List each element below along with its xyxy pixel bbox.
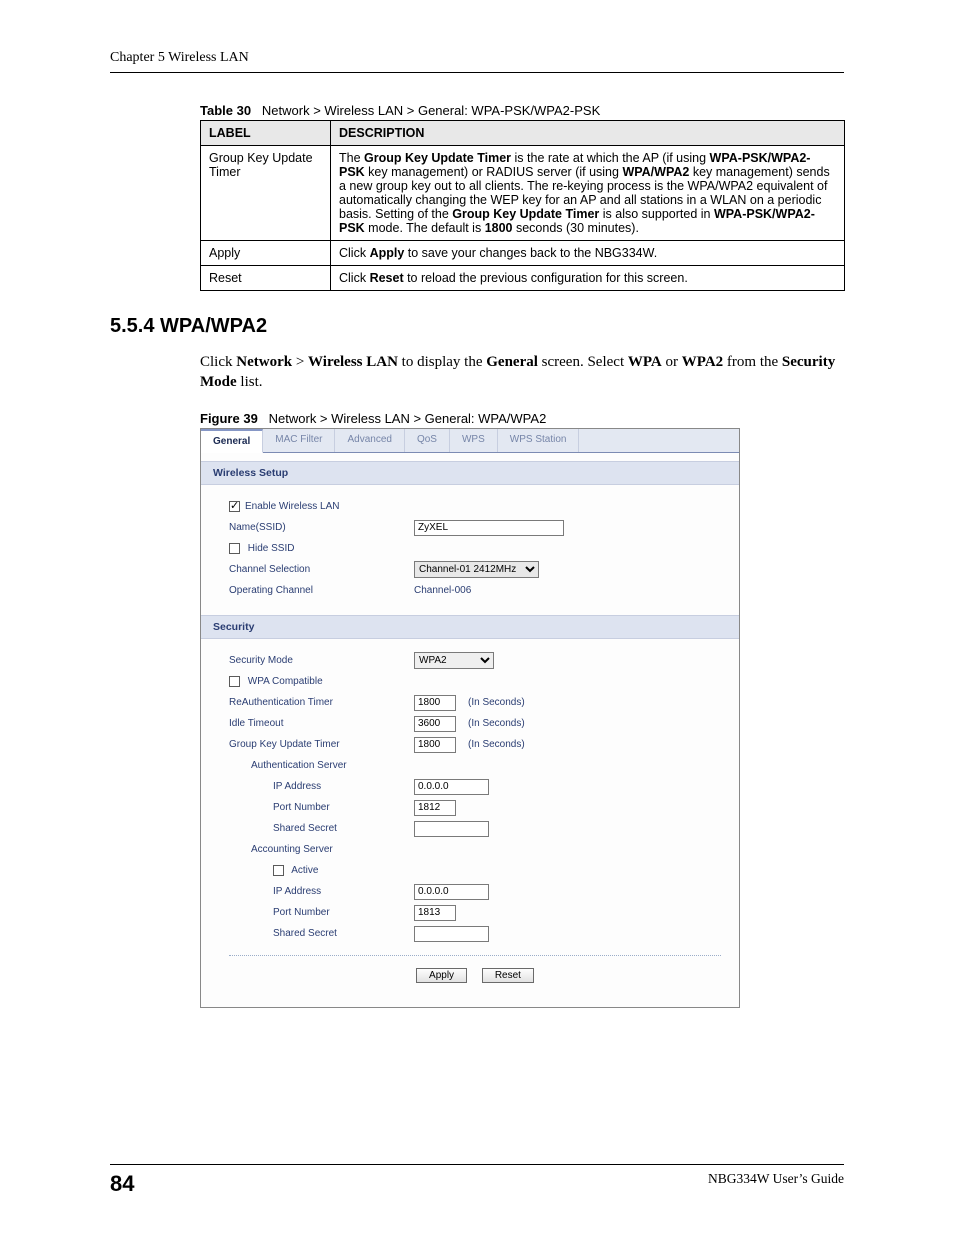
enable-wlan-label: Enable Wireless LAN [245, 501, 339, 512]
acct-active-checkbox[interactable] [273, 865, 284, 876]
security-form: Security Mode WPA2 WPA Compatible ReAuth… [201, 639, 739, 1007]
group-key-label: Group Key Update Timer [229, 739, 414, 750]
th-label: LABEL [201, 121, 331, 146]
idle-timeout-label: Idle Timeout [229, 718, 414, 729]
body-paragraph: Click Network > Wireless LAN to display … [200, 352, 844, 393]
hide-ssid-label: Hide SSID [248, 543, 295, 554]
auth-server-label: Authentication Server [229, 760, 414, 771]
table-row: Group Key Update Timer The Group Key Upd… [201, 146, 845, 241]
table30-caption-label: Table 30 [200, 103, 251, 118]
reauth-timer-input[interactable] [414, 695, 456, 711]
acct-active-label: Active [291, 865, 318, 876]
auth-port-input[interactable] [414, 800, 456, 816]
apply-button[interactable]: Apply [416, 968, 467, 983]
table-row: Reset Click Reset to reload the previous… [201, 266, 845, 291]
table-row: Apply Click Apply to save your changes b… [201, 241, 845, 266]
cell-label: Apply [201, 241, 331, 266]
tabs: General MAC Filter Advanced QoS WPS WPS … [201, 429, 739, 453]
acct-port-input[interactable] [414, 905, 456, 921]
auth-port-label: Port Number [229, 802, 414, 813]
acct-active-wrap: Active [229, 865, 414, 876]
cell-label: Reset [201, 266, 331, 291]
reauth-unit: (In Seconds) [468, 697, 525, 708]
page-footer: 84 NBG334W User’s Guide [110, 1164, 844, 1197]
section-wireless-setup: Wireless Setup [201, 461, 739, 485]
acct-secret-label: Shared Secret [229, 928, 414, 939]
ssid-input[interactable] [414, 520, 564, 536]
acct-secret-input[interactable] [414, 926, 489, 942]
button-row: Apply Reset [229, 964, 721, 995]
wpa-compatible-label: WPA Compatible [248, 676, 323, 687]
acct-ip-input[interactable] [414, 884, 489, 900]
auth-ip-input[interactable] [414, 779, 489, 795]
figure39-caption: Figure 39 Network > Wireless LAN > Gener… [200, 411, 844, 426]
auth-secret-input[interactable] [414, 821, 489, 837]
section-security: Security [201, 615, 739, 639]
figure39-caption-text: Network > Wireless LAN > General: WPA/WP… [269, 411, 547, 426]
chapter-header: Chapter 5 Wireless LAN [110, 50, 844, 73]
group-key-input[interactable] [414, 737, 456, 753]
guide-name: NBG334W User’s Guide [708, 1171, 844, 1187]
hide-ssid-checkbox[interactable] [229, 543, 240, 554]
channel-selection-label: Channel Selection [229, 564, 414, 575]
figure39-caption-label: Figure 39 [200, 411, 258, 426]
divider [229, 955, 721, 956]
th-desc: DESCRIPTION [331, 121, 845, 146]
table30-caption-text: Network > Wireless LAN > General: WPA-PS… [262, 103, 600, 118]
enable-wlan-checkbox[interactable] [229, 501, 240, 512]
wireless-setup-form: Enable Wireless LAN Name(SSID) Hide SSID… [201, 485, 739, 615]
acct-ip-label: IP Address [229, 886, 414, 897]
section-heading-554: 5.5.4 WPA/WPA2 [110, 315, 844, 338]
ssid-label: Name(SSID) [229, 522, 414, 533]
table30-caption: Table 30 Network > Wireless LAN > Genera… [200, 103, 844, 118]
page-number: 84 [110, 1171, 134, 1197]
tab-mac-filter[interactable]: MAC Filter [263, 429, 335, 452]
cell-label: Group Key Update Timer [201, 146, 331, 241]
auth-secret-label: Shared Secret [229, 823, 414, 834]
cell-desc: Click Reset to reload the previous confi… [331, 266, 845, 291]
operating-channel-label: Operating Channel [229, 585, 414, 596]
wpa-compatible-checkbox[interactable] [229, 676, 240, 687]
hide-ssid-wrap: Hide SSID [229, 543, 414, 554]
reset-button[interactable]: Reset [482, 968, 534, 983]
reauth-timer-label: ReAuthentication Timer [229, 697, 414, 708]
tab-qos[interactable]: QoS [405, 429, 450, 452]
screenshot-panel: General MAC Filter Advanced QoS WPS WPS … [200, 428, 740, 1008]
tab-general[interactable]: General [201, 429, 263, 453]
idle-timeout-input[interactable] [414, 716, 456, 732]
tab-wps[interactable]: WPS [450, 429, 498, 452]
security-mode-label: Security Mode [229, 655, 414, 666]
channel-selection-select[interactable]: Channel-01 2412MHz [414, 561, 539, 578]
tab-wps-station[interactable]: WPS Station [498, 429, 580, 452]
wpa-compatible-wrap: WPA Compatible [229, 676, 414, 687]
security-mode-select[interactable]: WPA2 [414, 652, 494, 669]
acct-server-label: Accounting Server [229, 844, 414, 855]
group-key-unit: (In Seconds) [468, 739, 525, 750]
operating-channel-value: Channel-006 [414, 585, 471, 596]
tab-advanced[interactable]: Advanced [335, 429, 404, 452]
cell-desc: Click Apply to save your changes back to… [331, 241, 845, 266]
acct-port-label: Port Number [229, 907, 414, 918]
idle-unit: (In Seconds) [468, 718, 525, 729]
table30: LABEL DESCRIPTION Group Key Update Timer… [200, 120, 845, 291]
auth-ip-label: IP Address [229, 781, 414, 792]
cell-desc: The Group Key Update Timer is the rate a… [331, 146, 845, 241]
